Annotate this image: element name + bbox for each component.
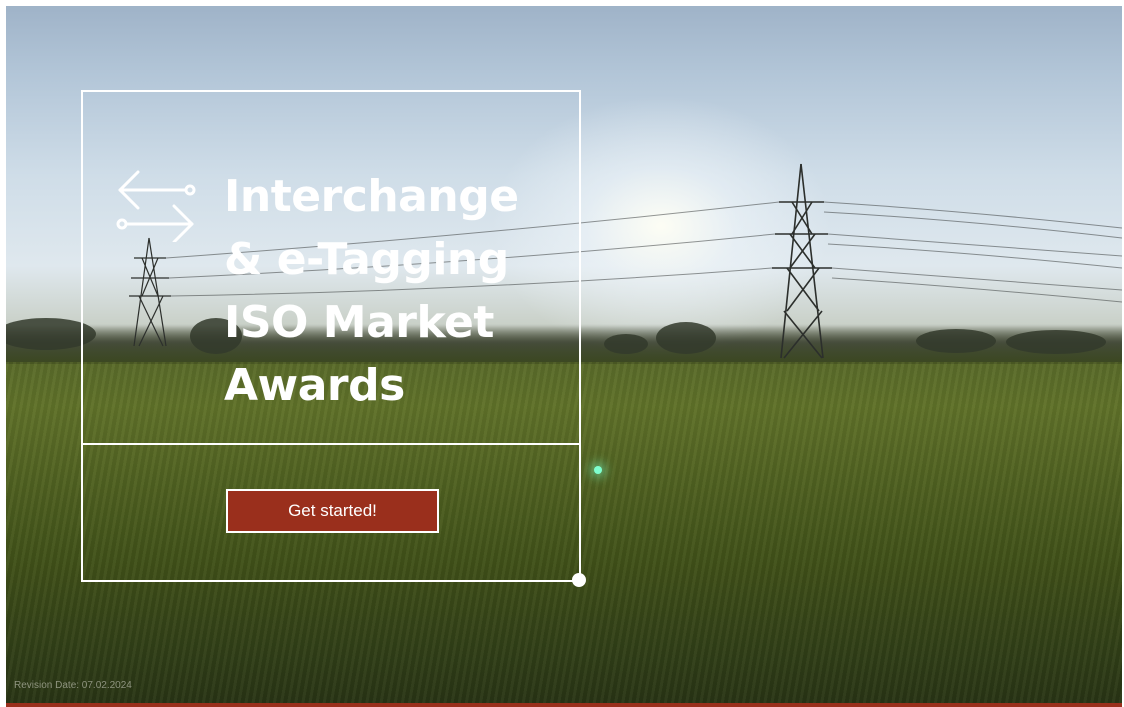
- page-title: Interchange & e-Tagging ISO Market Award…: [224, 166, 564, 418]
- revision-date: Revision Date: 07.02.2024: [14, 680, 132, 691]
- bottom-accent-bar: [6, 703, 1122, 707]
- frame-corner-dot: [572, 573, 586, 587]
- title-line: ISO Market: [224, 296, 494, 348]
- get-started-button[interactable]: Get started!: [226, 489, 439, 533]
- title-line: & e-Tagging: [224, 233, 509, 285]
- lens-flare: [594, 466, 602, 474]
- exchange-arrows-icon: [116, 170, 196, 242]
- title-line: Awards: [224, 359, 405, 411]
- title-line: Interchange: [224, 171, 519, 222]
